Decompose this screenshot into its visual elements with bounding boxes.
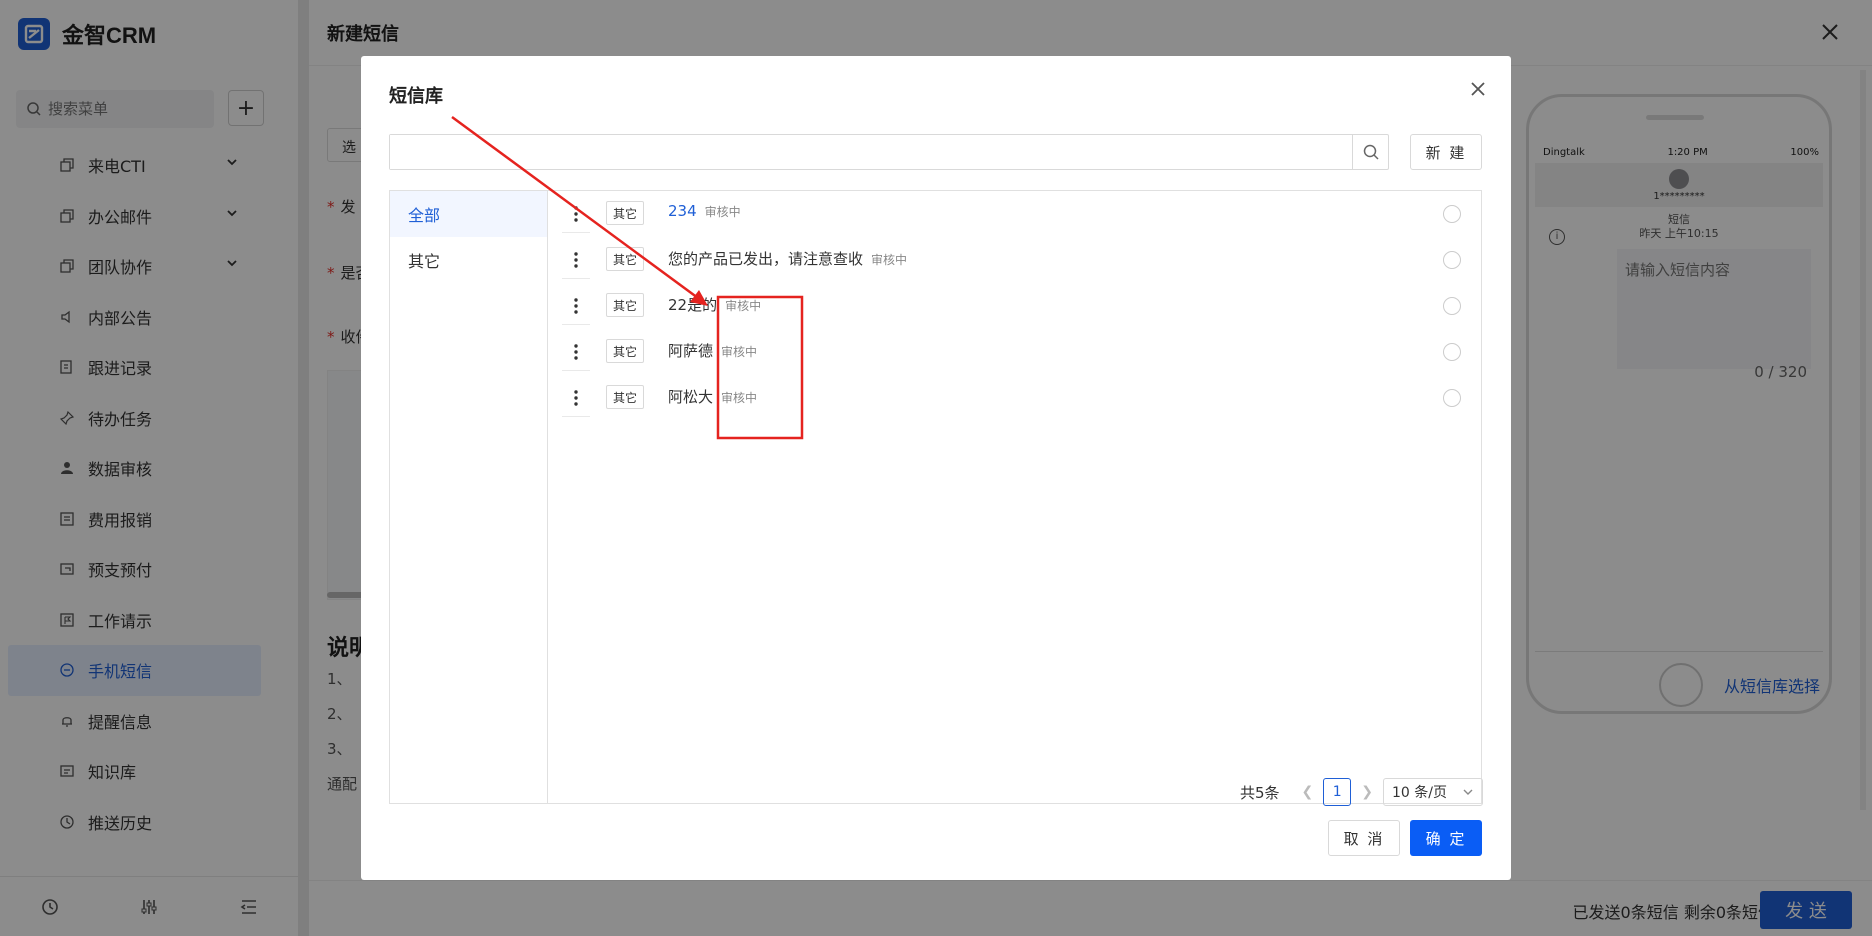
library-panel: 全部 其它 其它 234 审核中 其它 您的产品已发出，请注意查收 审核中 其它 2… bbox=[389, 190, 1482, 804]
list-item[interactable]: 其它 您的产品已发出，请注意查收 审核中 bbox=[548, 237, 1481, 283]
library-search-input[interactable] bbox=[390, 135, 1350, 169]
more-vertical-icon[interactable] bbox=[562, 241, 590, 279]
chevron-right-icon[interactable]: ❯ bbox=[1361, 784, 1373, 800]
category-tag: 其它 bbox=[606, 293, 645, 317]
template-name[interactable]: 234 审核中 bbox=[668, 202, 741, 220]
list-item[interactable]: 其它 阿萨德 审核中 bbox=[548, 329, 1481, 375]
select-radio[interactable] bbox=[1443, 251, 1461, 269]
category-all[interactable]: 全部 bbox=[390, 191, 547, 237]
template-name: 22是的 审核中 bbox=[668, 296, 762, 314]
more-vertical-icon[interactable] bbox=[562, 287, 590, 325]
more-vertical-icon[interactable] bbox=[562, 379, 590, 417]
chevron-down-icon bbox=[1463, 789, 1473, 795]
category-tag: 其它 bbox=[606, 385, 645, 409]
category-tag: 其它 bbox=[606, 339, 645, 363]
template-list: 其它 234 审核中 其它 您的产品已发出，请注意查收 审核中 其它 22是的 审核中… bbox=[548, 191, 1481, 421]
template-name: 阿松大 审核中 bbox=[668, 388, 758, 406]
sms-library-modal: 短信库 新 建 全部 其它 其它 234 审核中 其它 您的产品已发出，请注意查收… bbox=[361, 56, 1511, 880]
page-size-select[interactable]: 10 条/页 bbox=[1383, 778, 1483, 806]
select-radio[interactable] bbox=[1443, 205, 1461, 223]
modal-title: 短信库 bbox=[389, 86, 443, 107]
status-badge: 审核中 bbox=[721, 345, 758, 359]
status-badge: 审核中 bbox=[704, 205, 741, 219]
page-number[interactable]: 1 bbox=[1323, 778, 1352, 806]
status-badge: 审核中 bbox=[725, 299, 762, 313]
pagination: 共5条 ❮ 1 ❯ 10 条/页 bbox=[1240, 778, 1483, 806]
select-radio[interactable] bbox=[1443, 297, 1461, 315]
status-badge: 审核中 bbox=[721, 391, 758, 405]
cancel-button[interactable]: 取 消 bbox=[1328, 820, 1400, 856]
list-item[interactable]: 其它 234 审核中 bbox=[548, 191, 1481, 237]
new-template-button[interactable]: 新 建 bbox=[1410, 134, 1482, 170]
search-icon bbox=[1363, 144, 1379, 160]
select-radio[interactable] bbox=[1443, 343, 1461, 361]
list-item[interactable]: 其它 阿松大 审核中 bbox=[548, 375, 1481, 421]
category-list: 全部 其它 bbox=[390, 191, 548, 803]
confirm-button[interactable]: 确 定 bbox=[1410, 820, 1482, 856]
search-button[interactable] bbox=[1352, 135, 1388, 169]
more-vertical-icon[interactable] bbox=[562, 333, 590, 371]
status-badge: 审核中 bbox=[871, 253, 908, 267]
library-search bbox=[389, 134, 1389, 170]
list-item[interactable]: 其它 22是的 审核中 bbox=[548, 283, 1481, 329]
template-name: 您的产品已发出，请注意查收 审核中 bbox=[668, 250, 908, 268]
select-radio[interactable] bbox=[1443, 389, 1461, 407]
category-tag: 其它 bbox=[606, 247, 645, 271]
template-name: 阿萨德 审核中 bbox=[668, 342, 758, 360]
chevron-left-icon[interactable]: ❮ bbox=[1302, 784, 1314, 800]
close-icon[interactable] bbox=[1467, 78, 1489, 100]
category-tag: 其它 bbox=[606, 201, 645, 225]
category-other[interactable]: 其它 bbox=[390, 237, 547, 283]
more-vertical-icon[interactable] bbox=[562, 195, 590, 233]
pagination-total: 共5条 bbox=[1239, 783, 1280, 802]
